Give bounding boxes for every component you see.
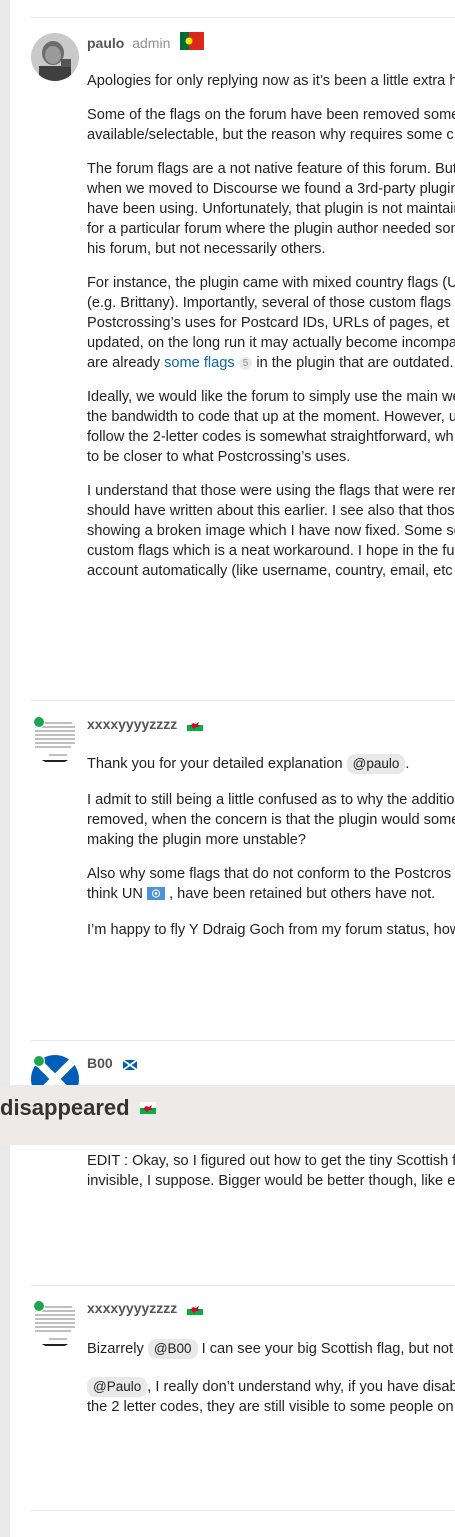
text-segment: . [405,756,410,772]
online-status-indicator [33,1055,45,1067]
mention-paulo[interactable]: @Paulo [87,1377,148,1397]
post-text: have been using. Unfortunately, that plu… [87,201,455,217]
post-text: I admit to still being a little confused… [87,792,455,808]
mention-paulo[interactable]: @paulo [346,754,406,774]
some-flags-link[interactable]: some flags [164,355,235,371]
post-text: making the plugin more unstable? [87,832,307,848]
post-divider [31,1285,455,1286]
avatar-photo [31,33,79,81]
post-text: the bandwidth to code that up at the mom… [87,409,455,425]
post-meta: paulo admin [87,32,205,53]
post-meta: B00 [87,1055,138,1073]
post-text: his forum, but not necessarily others. [87,241,326,257]
post-text: follow the 2-letter codes is somewhat st… [87,429,454,445]
post-text: account automatically (like username, co… [87,563,453,579]
topic-title-bar: disappeared [0,1085,455,1145]
mention-b00[interactable]: @B00 [147,1339,198,1359]
post-divider [31,1040,455,1041]
post-text: for a particular forum where the plugin … [87,221,455,237]
post-body: Apologies for only replying now as it’s … [87,71,455,581]
online-status-indicator [33,1300,45,1312]
post-meta: xxxxyyyyzzzz [87,716,204,734]
post-text: Ideally, we would like the forum to simp… [87,389,455,405]
online-status-indicator [33,716,45,728]
post-body: EDIT : Okay, so I figured out how to get… [87,1151,455,1191]
post-text: invisible, I suppose. Bigger would be be… [87,1173,455,1189]
post-text: should have written about this earlier. … [87,503,455,519]
post-text: I understand that those were using the f… [87,483,455,499]
text-segment: think UN [87,886,148,902]
post-text: Postcrossing’s uses for Postcard IDs, UR… [87,315,450,331]
post-text: custom flags which is a neat workaround.… [87,543,455,559]
post-text: the 2 letter codes, they are still visib… [87,1399,454,1415]
avatar-paulo[interactable] [31,33,79,81]
text-segment: are already [87,355,165,371]
wales-flag-icon [187,1302,204,1318]
wales-flag-icon [139,1094,156,1120]
post-text: For instance, the plugin came with mixed… [87,275,455,291]
left-rail [0,0,10,1537]
text-segment: Thank you for your detailed explanation [87,756,347,772]
post-divider [31,700,455,701]
post-text-with-mention: Thank you for your detailed explanation … [87,754,455,774]
text-segment: I can see your big Scottish flag, but no… [197,1341,454,1357]
post-text: Also why some flags that do not conform … [87,866,452,882]
post-meta: xxxxyyyyzzzz [87,1300,204,1318]
topic-title-text: disappeared [0,1095,130,1120]
post-text: Some of the flags on the forum have been… [87,107,455,123]
post-text-with-mention: @Paulo, I really don’t understand why, i… [87,1377,455,1397]
wales-flag-icon [187,718,204,734]
united-nations-flag-icon [147,886,166,906]
post-text-with-link: are already some flags 5 in the plugin t… [87,353,455,373]
username[interactable]: paulo [87,35,124,51]
post-text: when we moved to Discourse we found a 3r… [87,181,455,197]
post-text: The forum flags are a not native feature… [87,161,455,177]
text-segment: Bizarrely [87,1341,148,1357]
post-text: (e.g. Brittany). Importantly, several of… [87,295,451,311]
text-segment: in the plugin that are outdated. [252,355,454,371]
scotland-flag-icon [122,1057,138,1073]
post-text: removed, when the concern is that the pl… [87,812,455,828]
username[interactable]: xxxxyyyyzzzz [87,716,177,732]
username[interactable]: xxxxyyyyzzzz [87,1300,177,1316]
post-divider [31,1510,455,1511]
post-text-with-flag: think UN , have been retained but others… [87,884,455,906]
topic-title[interactable]: disappeared [0,1094,156,1121]
username[interactable]: B00 [87,1055,113,1071]
text-segment: , have been retained but others have not… [165,886,436,902]
post-text: I’m happy to fly Y Ddraig Goch from my f… [87,922,455,938]
post-text: EDIT : Okay, so I figured out how to get… [87,1153,455,1169]
user-title: admin [132,35,171,51]
post-text: available/selectable, but the reason why… [87,127,454,143]
portugal-flag-icon [180,32,205,53]
post-text-with-mention: Bizarrely @B00 I can see your big Scotti… [87,1339,455,1359]
post-text: Apologies for only replying now as it’s … [87,73,455,89]
post-body: Thank you for your detailed explanation … [87,754,455,940]
post-divider [31,17,455,18]
post-body: Bizarrely @B00 I can see your big Scotti… [87,1339,455,1417]
post-text: updated, on the long run it may actually… [87,335,455,351]
text-segment: , I really don’t understand why, if you … [147,1379,455,1395]
post-text: to be closer to what Postcrossing’s uses… [87,449,351,465]
link-click-count-badge: 5 [238,357,253,370]
post-text: showing a broken image which I have now … [87,523,455,539]
